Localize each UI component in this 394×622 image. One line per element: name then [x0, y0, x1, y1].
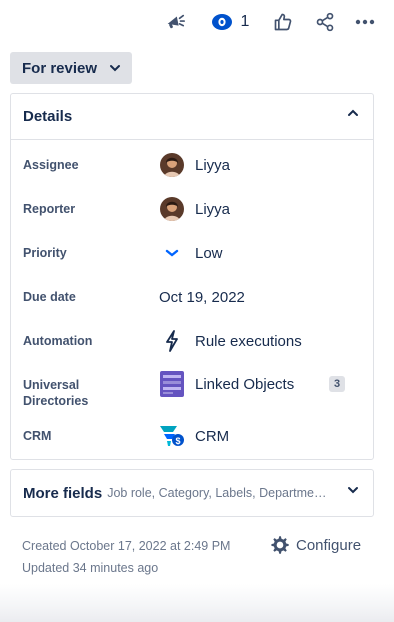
automation-value[interactable]: Rule executions — [159, 328, 302, 354]
field-label-automation: Automation — [23, 334, 93, 348]
created-timestamp: Created October 17, 2022 at 2:49 PM — [22, 539, 231, 553]
gear-icon — [270, 535, 290, 555]
updated-timestamp: Updated 34 minutes ago — [22, 561, 159, 575]
crm-text: CRM — [195, 427, 230, 445]
reporter-value[interactable]: Liyya — [159, 196, 230, 222]
chevron-down-icon — [109, 64, 121, 72]
status-dropdown-button[interactable]: For review — [10, 52, 132, 84]
field-label-priority: Priority — [23, 246, 67, 260]
priority-text: Low — [195, 244, 223, 262]
avatar — [159, 196, 185, 222]
field-label-assignee: Assignee — [23, 158, 79, 172]
details-panel: Details Assignee Liyya Reporter Liyya Pr… — [10, 93, 374, 460]
linked-objects-text: Linked Objects — [195, 375, 295, 393]
lightning-icon — [159, 328, 185, 354]
crm-icon: $ — [159, 423, 185, 449]
assignee-value[interactable]: Liyya — [159, 152, 230, 178]
priority-low-icon — [159, 240, 185, 266]
automation-text: Rule executions — [195, 332, 302, 350]
feedback-button[interactable] — [162, 8, 188, 36]
share-icon — [315, 12, 335, 32]
footer-shadow — [0, 584, 394, 622]
eye-icon — [211, 13, 233, 31]
linked-objects-value[interactable]: Linked Objects — [159, 371, 294, 397]
priority-value[interactable]: Low — [159, 240, 223, 266]
more-fields-title: More fields — [23, 484, 103, 502]
avatar — [159, 152, 185, 178]
configure-button[interactable]: Configure — [270, 533, 361, 557]
thumbs-up-icon — [273, 12, 293, 32]
assignee-name: Liyya — [195, 156, 231, 174]
status-label: For review — [22, 59, 98, 77]
megaphone-icon — [164, 11, 186, 33]
chevron-down-icon[interactable] — [347, 486, 359, 494]
more-fields-summary: Job role, Category, Labels, Departme… — [107, 486, 327, 500]
watch-button[interactable]: 1 — [208, 8, 252, 36]
field-label-reporter: Reporter — [23, 202, 76, 216]
field-label-universal-directories: Universal Directories — [23, 378, 89, 408]
due-date-text: Oct 19, 2022 — [159, 288, 245, 306]
chevron-up-icon[interactable] — [347, 109, 359, 117]
details-header[interactable]: Details — [11, 94, 373, 140]
due-date-value[interactable]: Oct 19, 2022 — [159, 284, 245, 310]
svg-text:$: $ — [175, 436, 180, 446]
field-label-crm: CRM — [23, 429, 52, 443]
field-label-due-date: Due date — [23, 290, 76, 304]
reporter-name: Liyya — [195, 200, 231, 218]
more-actions-button[interactable] — [352, 8, 378, 36]
details-title: Details — [23, 108, 73, 125]
share-button[interactable] — [312, 8, 338, 36]
more-fields-panel[interactable]: More fields Job role, Category, Labels, … — [10, 469, 374, 517]
like-button[interactable] — [270, 8, 296, 36]
more-dots-icon — [355, 19, 375, 25]
linked-objects-count-badge: 3 — [329, 376, 345, 392]
configure-label: Configure — [296, 536, 362, 554]
issue-timestamps: Created October 17, 2022 at 2:49 PM Upda… — [22, 535, 230, 579]
linked-objects-icon — [159, 371, 185, 397]
watch-count: 1 — [240, 13, 250, 30]
issue-toolbar: 1 — [0, 8, 394, 36]
crm-value[interactable]: $ CRM — [159, 423, 229, 449]
